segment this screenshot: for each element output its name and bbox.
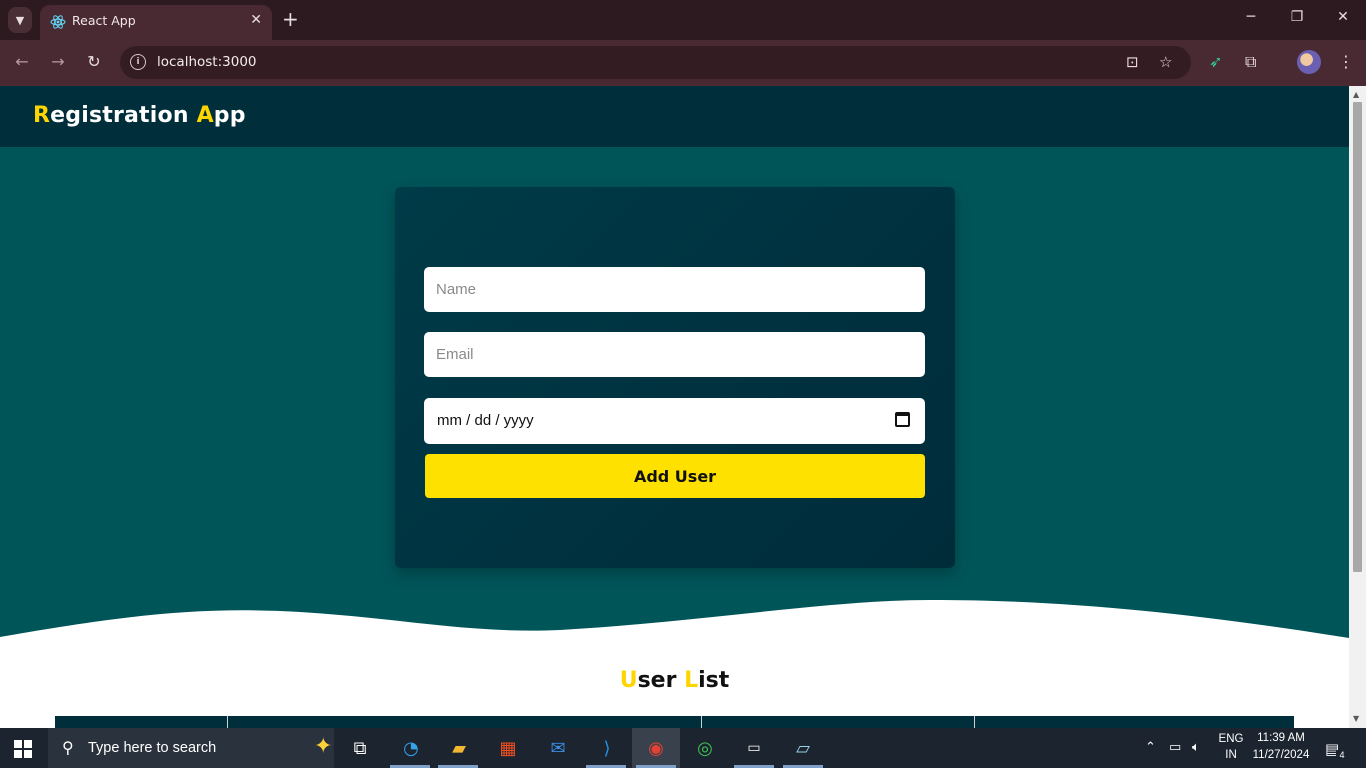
new-tab-button[interactable]: +	[282, 7, 299, 31]
app-title-letter-r: R	[33, 103, 51, 128]
notification-count-badge: 4	[1336, 750, 1348, 760]
calendar-icon[interactable]	[895, 412, 910, 427]
whatsapp-icon[interactable]: ◎	[691, 734, 719, 762]
date-placeholder: mm / dd / yyyy	[437, 412, 534, 429]
name-input[interactable]	[424, 267, 925, 312]
list-title-part-1: ser	[637, 668, 685, 693]
chrome-icon[interactable]: ◉	[642, 734, 670, 762]
date-input[interactable]: mm / dd / yyyy	[424, 398, 925, 444]
user-list-title: User List	[0, 668, 1349, 693]
bookmark-star-icon[interactable]: ☆	[1159, 53, 1172, 71]
registration-form-card: mm / dd / yyyy Add User	[395, 187, 955, 568]
language-indicator-top[interactable]: ENG	[1216, 733, 1246, 745]
close-window-icon[interactable]: ✕	[1333, 9, 1353, 25]
search-icon: ⚲	[62, 738, 74, 757]
vscode-icon[interactable]: ⟩	[593, 734, 621, 762]
battery-icon[interactable]: ▭	[1169, 740, 1181, 755]
list-title-letter-u: U	[619, 668, 638, 693]
page-scrollbar[interactable]: ▲ ▼	[1349, 86, 1366, 728]
taskbar-search-placeholder: Type here to search	[88, 740, 217, 756]
copilot-sparkle-icon[interactable]: ✦	[314, 734, 332, 759]
scroll-thumb[interactable]	[1353, 102, 1362, 572]
list-title-letter-l: L	[684, 668, 699, 693]
back-icon[interactable]: ←	[11, 52, 33, 71]
tab-title: React App	[72, 13, 136, 28]
user-table-header	[55, 716, 1294, 728]
install-app-icon[interactable]: ⊡	[1126, 53, 1139, 71]
minimize-icon[interactable]: ─	[1241, 9, 1261, 25]
extension-bird-icon[interactable]: ➶	[1209, 52, 1222, 71]
chevron-down-icon: ▼	[15, 13, 25, 27]
notepad-icon[interactable]: ▱	[789, 734, 817, 762]
list-title-part-2: ist	[698, 668, 730, 693]
address-bar[interactable]: i localhost:3000 ⊡ ☆	[120, 46, 1191, 79]
app-title-part-2: pp	[213, 103, 246, 128]
app-title-part-1: egistration	[50, 103, 197, 128]
forward-icon[interactable]: →	[47, 52, 69, 71]
kebab-menu-icon[interactable]: ⋮	[1338, 52, 1354, 71]
language-indicator-bottom[interactable]: IN	[1216, 749, 1246, 761]
scroll-down-icon[interactable]: ▼	[1353, 714, 1359, 723]
app-header: Registration App	[0, 86, 1349, 147]
reload-icon[interactable]: ↻	[83, 52, 105, 71]
browser-tab[interactable]: React App ✕	[40, 5, 272, 40]
wave-divider	[0, 600, 1349, 728]
profile-avatar[interactable]	[1297, 50, 1321, 74]
taskbar-search-box[interactable]: ⚲ Type here to search ✦	[48, 728, 334, 768]
page-viewport: Registration App mm / dd / yyyy Add User…	[0, 86, 1349, 728]
tab-search-button[interactable]: ▼	[8, 7, 32, 33]
scroll-up-icon[interactable]: ▲	[1353, 90, 1359, 99]
browser-tab-bar: ▼ React App ✕ + ─ ❐ ✕	[0, 0, 1366, 40]
url-text[interactable]: localhost:3000	[157, 54, 257, 70]
volume-icon[interactable]: 🔈︎	[1192, 740, 1200, 755]
react-logo-icon	[50, 15, 66, 29]
file-explorer-icon[interactable]: ▰	[445, 734, 473, 762]
mail-icon[interactable]: ✉	[544, 734, 572, 762]
table-column-divider	[227, 716, 228, 728]
site-info-icon[interactable]: i	[130, 54, 146, 70]
table-column-divider	[974, 716, 975, 728]
close-tab-icon[interactable]: ✕	[250, 12, 262, 28]
clock-date[interactable]: 11/27/2024	[1250, 749, 1312, 761]
extensions-puzzle-icon[interactable]: ⧉	[1245, 52, 1256, 72]
email-input[interactable]	[424, 332, 925, 377]
edge-browser-icon[interactable]: ◔	[397, 734, 425, 762]
microsoft-store-icon[interactable]: ▦	[494, 734, 522, 762]
task-view-icon[interactable]: ⧉	[346, 734, 374, 762]
browser-toolbar: ← → ↻ i localhost:3000 ⊡ ☆ ➶ ⧉ ⋮	[0, 40, 1366, 86]
windows-start-icon[interactable]	[14, 740, 32, 758]
tray-chevron-up-icon[interactable]: ⌃	[1145, 740, 1156, 755]
terminal-icon[interactable]: ▭	[740, 734, 768, 762]
restore-icon[interactable]: ❐	[1287, 9, 1307, 25]
windows-taskbar: ⚲ Type here to search ✦ ⧉ ◔ ▰ ▦ ✉ ⟩ ◉ ◎ …	[0, 728, 1366, 768]
table-column-divider	[701, 716, 702, 728]
app-title: Registration App	[33, 103, 246, 128]
app-title-letter-a: A	[196, 103, 214, 128]
add-user-button[interactable]: Add User	[425, 454, 925, 498]
clock-time[interactable]: 11:39 AM	[1250, 732, 1312, 744]
